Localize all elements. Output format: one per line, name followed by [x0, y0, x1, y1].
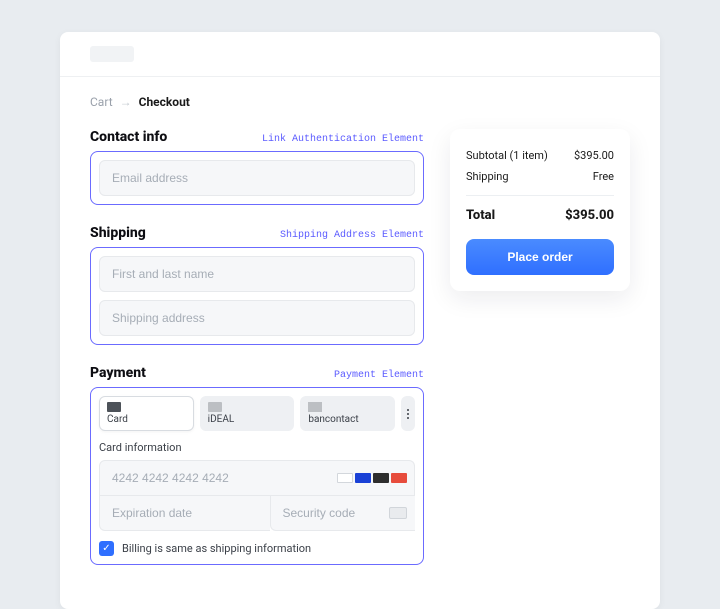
- card-info-label: Card information: [99, 441, 415, 454]
- order-summary: Subtotal (1 item) $395.00 Shipping Free …: [450, 129, 630, 291]
- link-authentication-element: [90, 151, 424, 205]
- contact-section: Contact info Link Authentication Element: [90, 129, 424, 205]
- payment-element: Card iDEAL bancontact: [90, 387, 424, 565]
- tab-bancontact[interactable]: bancontact: [300, 396, 395, 431]
- amex-icon: [355, 473, 371, 483]
- checkout-window: Cart → Checkout Contact info Link Authen…: [60, 32, 660, 609]
- card-number-wrap: [99, 460, 415, 495]
- shipping-title: Shipping: [90, 225, 146, 241]
- logo: [90, 46, 134, 62]
- tab-ideal-label: iDEAL: [208, 414, 287, 425]
- card-brands: [337, 473, 407, 483]
- header: [60, 32, 660, 77]
- payment-method-tabs: Card iDEAL bancontact: [99, 396, 415, 431]
- email-field[interactable]: [99, 160, 415, 196]
- shipping-address-element: [90, 247, 424, 345]
- contact-title: Contact info: [90, 129, 167, 145]
- subtotal-label: Subtotal (1 item): [466, 149, 548, 162]
- chevron-right-icon: →: [120, 95, 132, 109]
- billing-same-checkbox[interactable]: ✓: [99, 541, 114, 556]
- summary-divider: [466, 195, 614, 196]
- visa-icon: [337, 473, 353, 483]
- total-label: Total: [466, 208, 495, 223]
- ideal-icon: [208, 402, 222, 412]
- cvc-icon: [389, 507, 407, 519]
- content: Cart → Checkout Contact info Link Authen…: [60, 77, 660, 609]
- tab-more[interactable]: [401, 396, 415, 431]
- billing-same-row: ✓ Billing is same as shipping informatio…: [99, 541, 415, 556]
- billing-same-label: Billing is same as shipping information: [122, 542, 311, 555]
- place-order-button[interactable]: Place order: [466, 239, 614, 275]
- tab-card-label: Card: [107, 414, 186, 425]
- breadcrumb-cart[interactable]: Cart: [90, 95, 113, 109]
- total-value: $395.00: [565, 208, 614, 223]
- tab-card[interactable]: Card: [99, 396, 194, 431]
- tab-bancontact-label: bancontact: [308, 414, 387, 425]
- shipping-section: Shipping Shipping Address Element: [90, 225, 424, 345]
- shipping-element-label: Shipping Address Element: [280, 230, 424, 241]
- breadcrumb-current: Checkout: [139, 95, 190, 109]
- payment-section: Payment Payment Element Card iDEAL: [90, 365, 424, 565]
- shipping-cost-label: Shipping: [466, 170, 509, 183]
- bancontact-icon: [308, 402, 322, 412]
- shipping-address-field[interactable]: [99, 300, 415, 336]
- card-icon: [107, 402, 121, 412]
- payment-element-label: Payment Element: [334, 370, 424, 381]
- breadcrumb: Cart → Checkout: [90, 95, 630, 109]
- payment-title: Payment: [90, 365, 146, 381]
- discover-icon: [391, 473, 407, 483]
- expiration-field[interactable]: [99, 495, 270, 531]
- contact-element-label: Link Authentication Element: [262, 134, 424, 145]
- shipping-cost-value: Free: [593, 170, 614, 183]
- tab-ideal[interactable]: iDEAL: [200, 396, 295, 431]
- subtotal-value: $395.00: [574, 149, 614, 162]
- name-field[interactable]: [99, 256, 415, 292]
- mastercard-icon: [373, 473, 389, 483]
